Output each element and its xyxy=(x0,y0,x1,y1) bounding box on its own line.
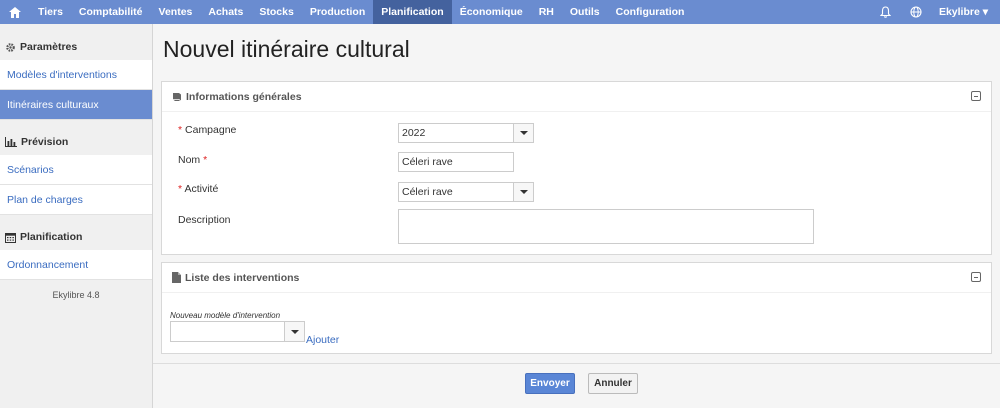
required-mark: * xyxy=(203,154,208,166)
nom-label-text: Nom xyxy=(178,154,201,166)
activite-label-text: Activité xyxy=(184,183,219,195)
app-version: Ekylibre 4.8 xyxy=(52,290,100,300)
activite-value: Céleri rave xyxy=(402,186,453,198)
chevron-down-icon[interactable] xyxy=(513,183,533,201)
gear-icon xyxy=(6,42,15,52)
campagne-value: 2022 xyxy=(402,127,426,139)
sidebar-section-parametres: Paramètres xyxy=(0,34,152,60)
nav-outils[interactable]: Outils xyxy=(562,0,608,24)
campagne-select[interactable]: 2022 xyxy=(398,123,534,143)
bar-chart-icon xyxy=(5,137,17,147)
sidebar-section-label: Prévision xyxy=(21,136,69,148)
nav-comptabilite[interactable]: Comptabilité xyxy=(71,0,151,24)
nav-stocks[interactable]: Stocks xyxy=(251,0,301,24)
nav-achats[interactable]: Achats xyxy=(200,0,251,24)
nav-production[interactable]: Production xyxy=(302,0,373,24)
description-label: Description xyxy=(178,214,231,226)
book-icon xyxy=(173,92,182,101)
calendar-icon xyxy=(5,232,16,243)
submit-button[interactable]: Envoyer xyxy=(525,373,575,394)
nav-rh[interactable]: RH xyxy=(531,0,562,24)
sidebar-item-modeles-interventions[interactable]: Modèles d'interventions xyxy=(0,60,152,90)
sidebar-item-itineraires-culturaux[interactable]: Itinéraires culturaux xyxy=(0,90,152,120)
cancel-button[interactable]: Annuler xyxy=(588,373,638,394)
description-textarea[interactable] xyxy=(398,209,814,244)
sidebar-section-planification: Planification xyxy=(0,224,152,250)
main-content: Nouvel itinéraire cultural Informations … xyxy=(153,24,1000,408)
general-info-panel: Informations générales * Campagne 2022 N… xyxy=(161,81,992,255)
sidebar-item-plan-de-charges[interactable]: Plan de charges xyxy=(0,185,152,215)
sidebar-section-prevision: Prévision xyxy=(0,129,152,155)
required-mark: * xyxy=(178,183,183,195)
activite-label: * Activité xyxy=(178,183,218,195)
nav-tiers[interactable]: Tiers xyxy=(30,0,71,24)
nav-planification[interactable]: Planification xyxy=(373,0,452,24)
add-intervention-link[interactable]: Ajouter xyxy=(306,334,339,346)
home-icon[interactable] xyxy=(0,0,30,24)
nav-configuration[interactable]: Configuration xyxy=(608,0,693,24)
sidebar-section-label: Planification xyxy=(20,231,83,243)
intervention-template-select[interactable] xyxy=(170,321,305,342)
interventions-panel: Liste des interventions Nouveau modèle d… xyxy=(161,262,992,354)
new-intervention-label: Nouveau modèle d'intervention xyxy=(170,311,281,320)
panel-title: Informations générales xyxy=(186,90,302,103)
collapse-icon[interactable] xyxy=(971,272,981,282)
page-title: Nouvel itinéraire cultural xyxy=(163,36,410,62)
nom-label: Nom * xyxy=(178,154,207,166)
sidebar-section-label: Paramètres xyxy=(20,41,78,53)
campagne-label-text: Campagne xyxy=(185,124,237,136)
panel-title: Liste des interventions xyxy=(185,271,300,284)
nom-input[interactable]: Céleri rave xyxy=(398,152,514,172)
form-actions: Envoyer Annuler xyxy=(153,363,1000,408)
panel-header: Liste des interventions xyxy=(162,263,991,293)
sidebar: Paramètres Modèles d'interventions Itiné… xyxy=(0,24,153,408)
chevron-down-icon[interactable] xyxy=(284,322,304,341)
nav-economique[interactable]: Économique xyxy=(452,0,531,24)
bell-icon[interactable] xyxy=(871,0,901,24)
required-mark: * xyxy=(178,124,183,136)
sidebar-item-ordonnancement[interactable]: Ordonnancement xyxy=(0,250,152,280)
panel-header: Informations générales xyxy=(162,82,991,112)
collapse-icon[interactable] xyxy=(971,91,981,101)
globe-icon[interactable] xyxy=(901,0,931,24)
top-navbar: Tiers Comptabilité Ventes Achats Stocks … xyxy=(0,0,1000,24)
user-menu[interactable]: Ekylibre ▾ xyxy=(931,0,1000,24)
sidebar-item-scenarios[interactable]: Scénarios xyxy=(0,155,152,185)
activite-select[interactable]: Céleri rave xyxy=(398,182,534,202)
chevron-down-icon[interactable] xyxy=(513,124,533,142)
campagne-label: * Campagne xyxy=(178,124,236,136)
nav-ventes[interactable]: Ventes xyxy=(151,0,201,24)
file-icon xyxy=(172,272,181,283)
